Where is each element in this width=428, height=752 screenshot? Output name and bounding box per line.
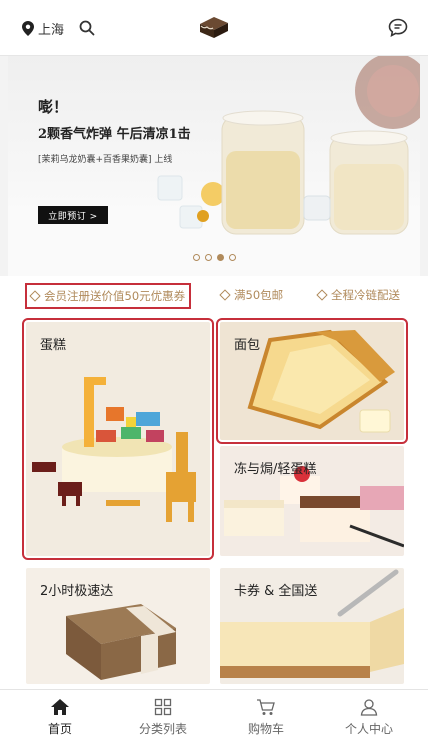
- cake-logo-icon: [200, 17, 228, 38]
- search-icon: [79, 20, 95, 36]
- promo-banner[interactable]: 嘭！ 2颗香气炸弹 午后清凉1击 [茉莉乌龙奶囊+百香果奶囊] 上线 立即预订 …: [8, 56, 420, 276]
- tab-profile[interactable]: 个人中心: [324, 698, 414, 737]
- location-label: 上海: [38, 23, 65, 38]
- diamond-icon: [29, 290, 41, 302]
- carousel-dot-active[interactable]: [217, 254, 224, 261]
- category-label: 2小时极速达: [40, 584, 114, 599]
- category-label: 冻与焗/轻蛋糕: [234, 462, 317, 477]
- banner-product-image: [8, 56, 420, 276]
- free-shipping-feature: 满50包邮: [219, 287, 284, 303]
- banner-order-button[interactable]: 立即预订 >: [38, 206, 108, 224]
- cake-image: [32, 377, 196, 522]
- tab-cart[interactable]: 购物车: [221, 698, 311, 737]
- tab-label: 分类列表: [138, 722, 187, 736]
- user-icon: [360, 699, 378, 716]
- category-label: 面包: [234, 338, 261, 353]
- category-grid: 蛋糕 面包 冻与焗/轻蛋糕 2小时极速达 卡券 & 全国送: [0, 314, 428, 690]
- carousel-dot[interactable]: [229, 254, 236, 261]
- category-label: 卡券 & 全国送: [234, 584, 318, 599]
- feature-label: 会员注册送价值50元优惠券: [44, 289, 186, 303]
- category-express[interactable]: 2小时极速达: [26, 568, 210, 684]
- carousel-indicator: [193, 254, 236, 261]
- cold-chain-feature: 全程冷链配送: [316, 287, 400, 303]
- feature-label: 满50包邮: [234, 288, 284, 302]
- diamond-icon: [219, 289, 231, 301]
- grid-icon: [154, 698, 172, 716]
- tab-label: 购物车: [247, 722, 284, 736]
- category-gift-card[interactable]: 卡券 & 全国送: [220, 568, 404, 684]
- banner-title: 嘭！: [38, 98, 69, 116]
- carousel-dot[interactable]: [193, 254, 200, 261]
- cart-icon: [257, 699, 275, 715]
- tab-categories[interactable]: 分类列表: [118, 698, 208, 737]
- location-pin-icon: [22, 21, 34, 36]
- category-cake[interactable]: 蛋糕: [22, 318, 214, 560]
- category-label: 蛋糕: [40, 338, 67, 353]
- service-features: 会员注册送价值50元优惠券 满50包邮 全程冷链配送: [0, 276, 428, 314]
- tab-label: 个人中心: [344, 722, 393, 736]
- banner-subtitle: [茉莉乌龙奶囊+百香果奶囊] 上线: [38, 155, 173, 165]
- tab-label: 首页: [47, 722, 72, 736]
- brand-logo[interactable]: [198, 14, 230, 44]
- category-mousse[interactable]: 冻与焗/轻蛋糕: [220, 446, 404, 556]
- location-selector[interactable]: 上海: [22, 19, 64, 38]
- message-button[interactable]: [388, 18, 408, 41]
- top-header: 上海: [0, 0, 428, 56]
- banner-headline: 2颗香气炸弹 午后清凉1击: [38, 127, 191, 142]
- carousel-dot[interactable]: [205, 254, 212, 261]
- category-bread[interactable]: 面包: [216, 318, 408, 444]
- home-icon: [51, 699, 69, 715]
- search-button[interactable]: [79, 20, 95, 40]
- chat-bubble-icon: [388, 18, 408, 37]
- tab-home[interactable]: 首页: [15, 698, 105, 737]
- member-coupon-feature[interactable]: 会员注册送价值50元优惠券: [25, 283, 192, 309]
- diamond-icon: [316, 289, 328, 301]
- bottom-tab-bar: 首页 分类列表 购物车 个人中心: [0, 689, 428, 752]
- feature-label: 全程冷链配送: [331, 288, 400, 302]
